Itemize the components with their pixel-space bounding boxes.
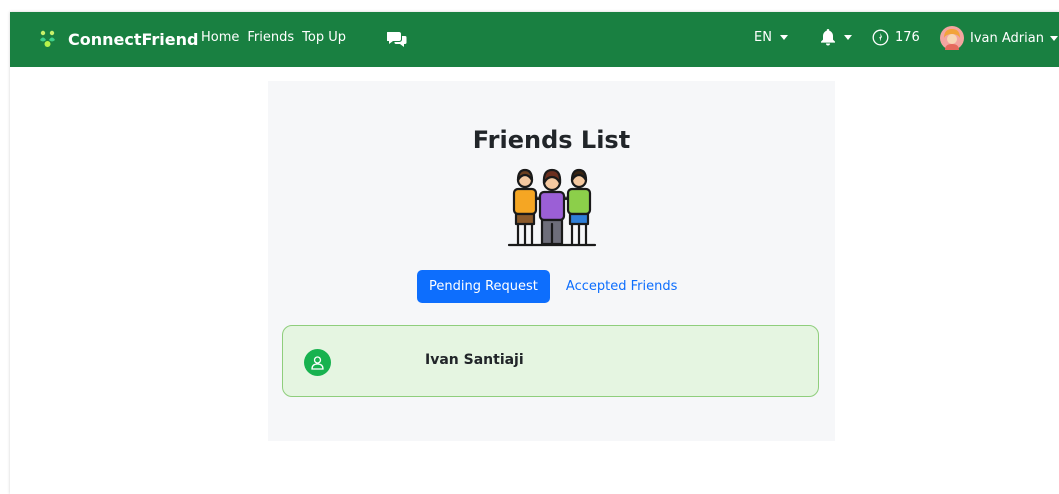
language-label: EN: [754, 30, 772, 45]
page-title: Friends List: [472, 126, 631, 154]
tab-accepted-friends[interactable]: Accepted Friends: [558, 270, 685, 303]
chevron-down-icon: [779, 35, 788, 40]
friends-tabs: Pending Request Accepted Friends: [417, 270, 685, 303]
coin-icon: [872, 29, 889, 46]
language-dropdown[interactable]: EN: [754, 30, 788, 45]
nav-link-friends[interactable]: Friends: [247, 30, 294, 45]
points-balance: 176: [872, 29, 920, 46]
user-name: Ivan Adrian: [970, 30, 1044, 46]
brand-logo-icon: [40, 30, 55, 47]
friends-card: Friends List Pending Request Accepted Fr…: [268, 81, 835, 441]
chevron-down-icon: [1049, 35, 1058, 41]
user-menu[interactable]: Ivan Adrian: [940, 26, 1058, 50]
tab-pending-request[interactable]: Pending Request: [417, 270, 550, 303]
brand[interactable]: ConnectFriend: [38, 26, 198, 52]
nav-link-home[interactable]: Home: [201, 30, 239, 45]
friend-request-item[interactable]: Ivan Santiaji: [282, 325, 819, 397]
brand-name: ConnectFriend: [68, 29, 199, 49]
points-value: 176: [895, 30, 920, 45]
notification-dropdown[interactable]: [820, 28, 852, 46]
user-icon: [311, 355, 324, 370]
chevron-down-icon: [844, 34, 852, 40]
app-window: ConnectFriend Home Friends Top Up EN 176…: [10, 12, 1059, 494]
bell-icon: [821, 29, 835, 46]
friends-group-icon: [507, 168, 597, 247]
user-avatar: [940, 26, 964, 50]
navbar: ConnectFriend Home Friends Top Up EN 176…: [10, 12, 1059, 67]
nav-links: Home Friends Top Up: [201, 30, 346, 45]
friend-name: Ivan Santiaji: [425, 352, 524, 368]
chat-bubbles-icon[interactable]: [387, 30, 407, 48]
friend-avatar: [304, 349, 331, 376]
nav-link-top-up[interactable]: Top Up: [302, 30, 346, 45]
